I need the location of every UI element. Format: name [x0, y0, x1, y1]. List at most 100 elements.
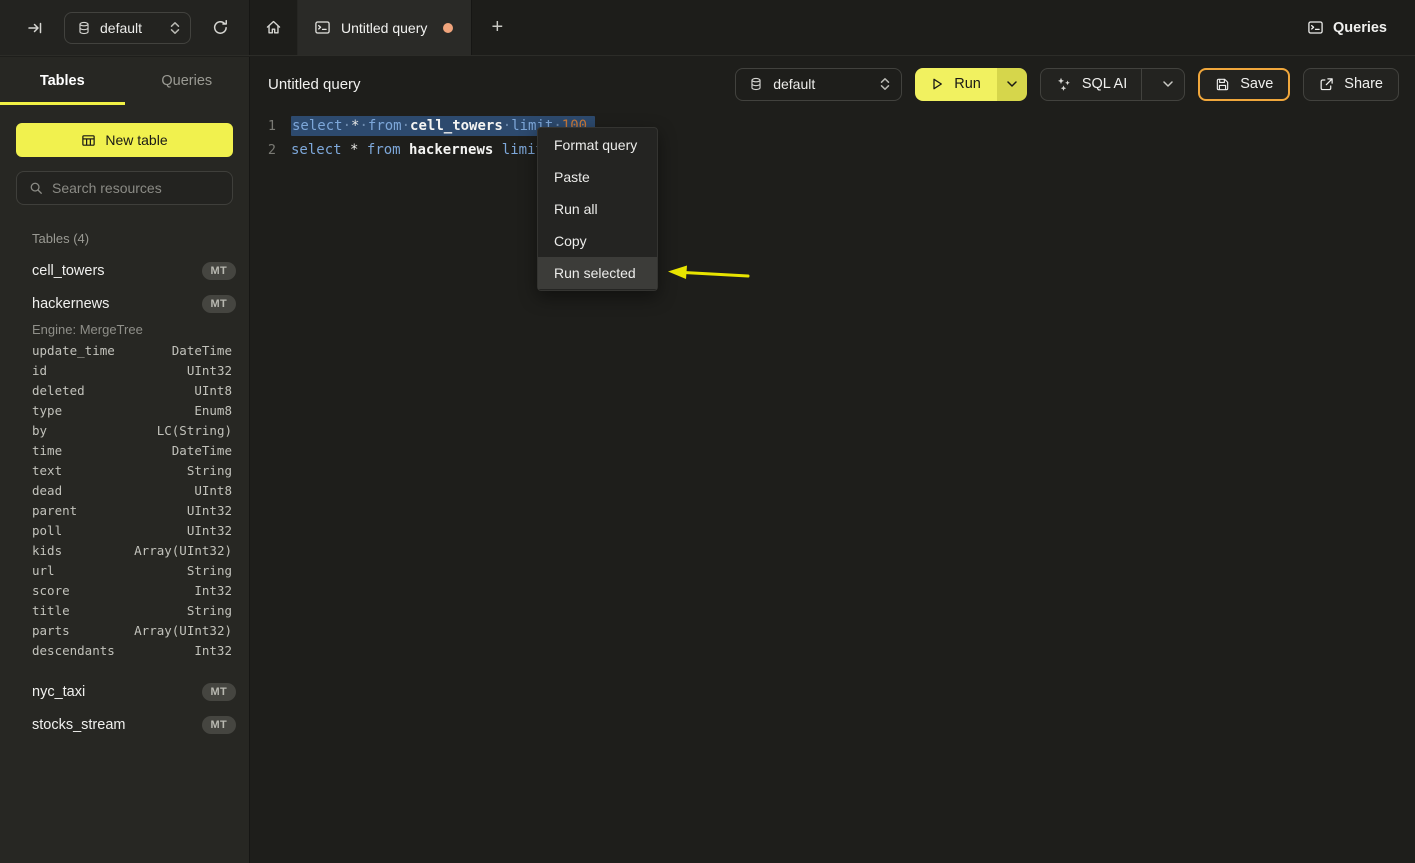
table-row-stocks_stream[interactable]: stocks_streamMT — [0, 708, 249, 741]
menu-item-copy[interactable]: Copy — [538, 225, 657, 257]
whitespace-marker: · — [402, 118, 410, 134]
column-row: kidsArray(UInt32) — [0, 543, 249, 563]
column-type: UInt8 — [194, 483, 232, 503]
sql-ai-button[interactable]: SQL AI — [1040, 68, 1185, 101]
code-line[interactable]: 1select·*·from·cell_towers·limit·100 — [250, 114, 1415, 138]
sql-ai-options-button[interactable] — [1152, 69, 1184, 100]
home-icon — [265, 19, 282, 36]
line-number: 2 — [250, 142, 276, 158]
new-table-button[interactable]: New table — [16, 123, 233, 157]
sparkles-icon — [1056, 76, 1072, 92]
column-name: kids — [32, 543, 62, 563]
engine-badge: MT — [202, 683, 236, 701]
code-token: select — [292, 118, 343, 134]
column-row: update_time DateTime — [0, 343, 249, 363]
table-name: hackernews — [32, 296, 202, 312]
column-row: titleString — [0, 603, 249, 623]
queries-link[interactable]: Queries — [1307, 19, 1387, 36]
column-name: by — [32, 423, 47, 443]
save-icon — [1215, 77, 1230, 92]
whitespace-marker — [401, 142, 409, 158]
column-type: DateTime — [172, 443, 232, 463]
share-button[interactable]: Share — [1303, 68, 1399, 101]
run-options-button[interactable] — [997, 68, 1027, 101]
whitespace-marker — [493, 142, 501, 158]
column-name: title — [32, 603, 70, 623]
column-type: String — [187, 563, 232, 583]
search-input[interactable] — [52, 180, 220, 196]
column-name: score — [32, 583, 70, 603]
home-tab[interactable] — [250, 0, 298, 55]
column-row: parent UInt32 — [0, 503, 249, 523]
save-button[interactable]: Save — [1198, 68, 1290, 101]
table-row-cell_towers[interactable]: cell_towersMT — [0, 254, 249, 287]
tables-list: cell_towersMThackernewsMTEngine: MergeTr… — [0, 254, 249, 741]
database-icon — [77, 21, 91, 35]
column-row: url String — [0, 563, 249, 583]
sidebar-tab-tables[interactable]: Tables — [0, 57, 125, 105]
chevron-down-icon — [1007, 81, 1017, 87]
share-icon — [1319, 77, 1334, 92]
collapse-sidebar-icon — [27, 20, 43, 36]
line-number: 1 — [250, 118, 276, 134]
column-row: partsArray(UInt32) — [0, 623, 249, 643]
editor-header: Untitled query default Run — [250, 57, 1415, 111]
terminal-icon — [314, 19, 331, 36]
tab-untitled-query[interactable]: Untitled query — [298, 0, 472, 55]
top-bar: default — [0, 0, 1415, 56]
column-type: Int32 — [194, 643, 232, 663]
run-button[interactable]: Run — [915, 68, 997, 101]
collapse-sidebar-button[interactable] — [20, 13, 50, 43]
editor-database-selector[interactable]: default — [735, 68, 902, 101]
column-row: idUInt32 — [0, 363, 249, 383]
column-row: by LC(String) — [0, 423, 249, 443]
sidebar-tabs: Tables Queries — [0, 57, 249, 105]
tab-strip: Untitled query + — [250, 0, 1307, 55]
code-token: from — [367, 142, 401, 158]
save-label: Save — [1240, 76, 1273, 92]
code-text: select * from hackernews limit — [291, 142, 544, 158]
column-row: typeEnum8 — [0, 403, 249, 423]
new-tab-button[interactable]: + — [472, 0, 522, 55]
whitespace-marker: · — [503, 118, 511, 134]
annotation-arrow — [660, 255, 755, 290]
code-line[interactable]: 2 select * from hackernews limit — [250, 138, 1415, 162]
column-row: scoreInt32 — [0, 583, 249, 603]
context-menu: Format queryPasteRun allCopyRun selected — [537, 127, 658, 291]
tab-title: Untitled query — [341, 20, 427, 36]
column-row: pollUInt32 — [0, 523, 249, 543]
table-engine-label: Engine: MergeTree — [0, 320, 249, 343]
table-row-hackernews[interactable]: hackernewsMT — [0, 287, 249, 320]
queries-link-label: Queries — [1333, 20, 1387, 36]
engine-badge: MT — [202, 716, 236, 734]
column-type: DateTime — [172, 343, 232, 363]
menu-item-run-selected[interactable]: Run selected — [538, 257, 657, 289]
search-box[interactable] — [16, 171, 233, 205]
table-name: nyc_taxi — [32, 684, 202, 700]
chevron-updown-icon — [170, 21, 180, 35]
column-name: update_time — [32, 343, 115, 363]
table-row-nyc_taxi[interactable]: nyc_taxiMT — [0, 675, 249, 708]
table-icon — [81, 133, 96, 148]
database-selector[interactable]: default — [64, 12, 191, 44]
code-editor[interactable]: 1select·*·from·cell_towers·limit·1002sel… — [250, 114, 1415, 162]
column-row: descendantsInt32 — [0, 643, 249, 663]
sidebar-tab-queries[interactable]: Queries — [125, 57, 250, 105]
run-label: Run — [954, 76, 981, 92]
column-name: parts — [32, 623, 70, 643]
new-table-label: New table — [105, 132, 167, 148]
queries-icon — [1307, 19, 1324, 36]
column-type: String — [187, 463, 232, 483]
play-icon — [930, 77, 944, 91]
column-type: LC(String) — [157, 423, 232, 443]
column-name: parent — [32, 503, 77, 523]
menu-item-paste[interactable]: Paste — [538, 161, 657, 193]
column-type: UInt32 — [187, 503, 232, 523]
column-name: url — [32, 563, 55, 583]
database-icon — [749, 77, 763, 91]
menu-item-format-query[interactable]: Format query — [538, 129, 657, 161]
menu-item-run-all[interactable]: Run all — [538, 193, 657, 225]
refresh-button[interactable] — [205, 13, 235, 43]
column-row: deadUInt8 — [0, 483, 249, 503]
refresh-icon — [212, 19, 229, 36]
